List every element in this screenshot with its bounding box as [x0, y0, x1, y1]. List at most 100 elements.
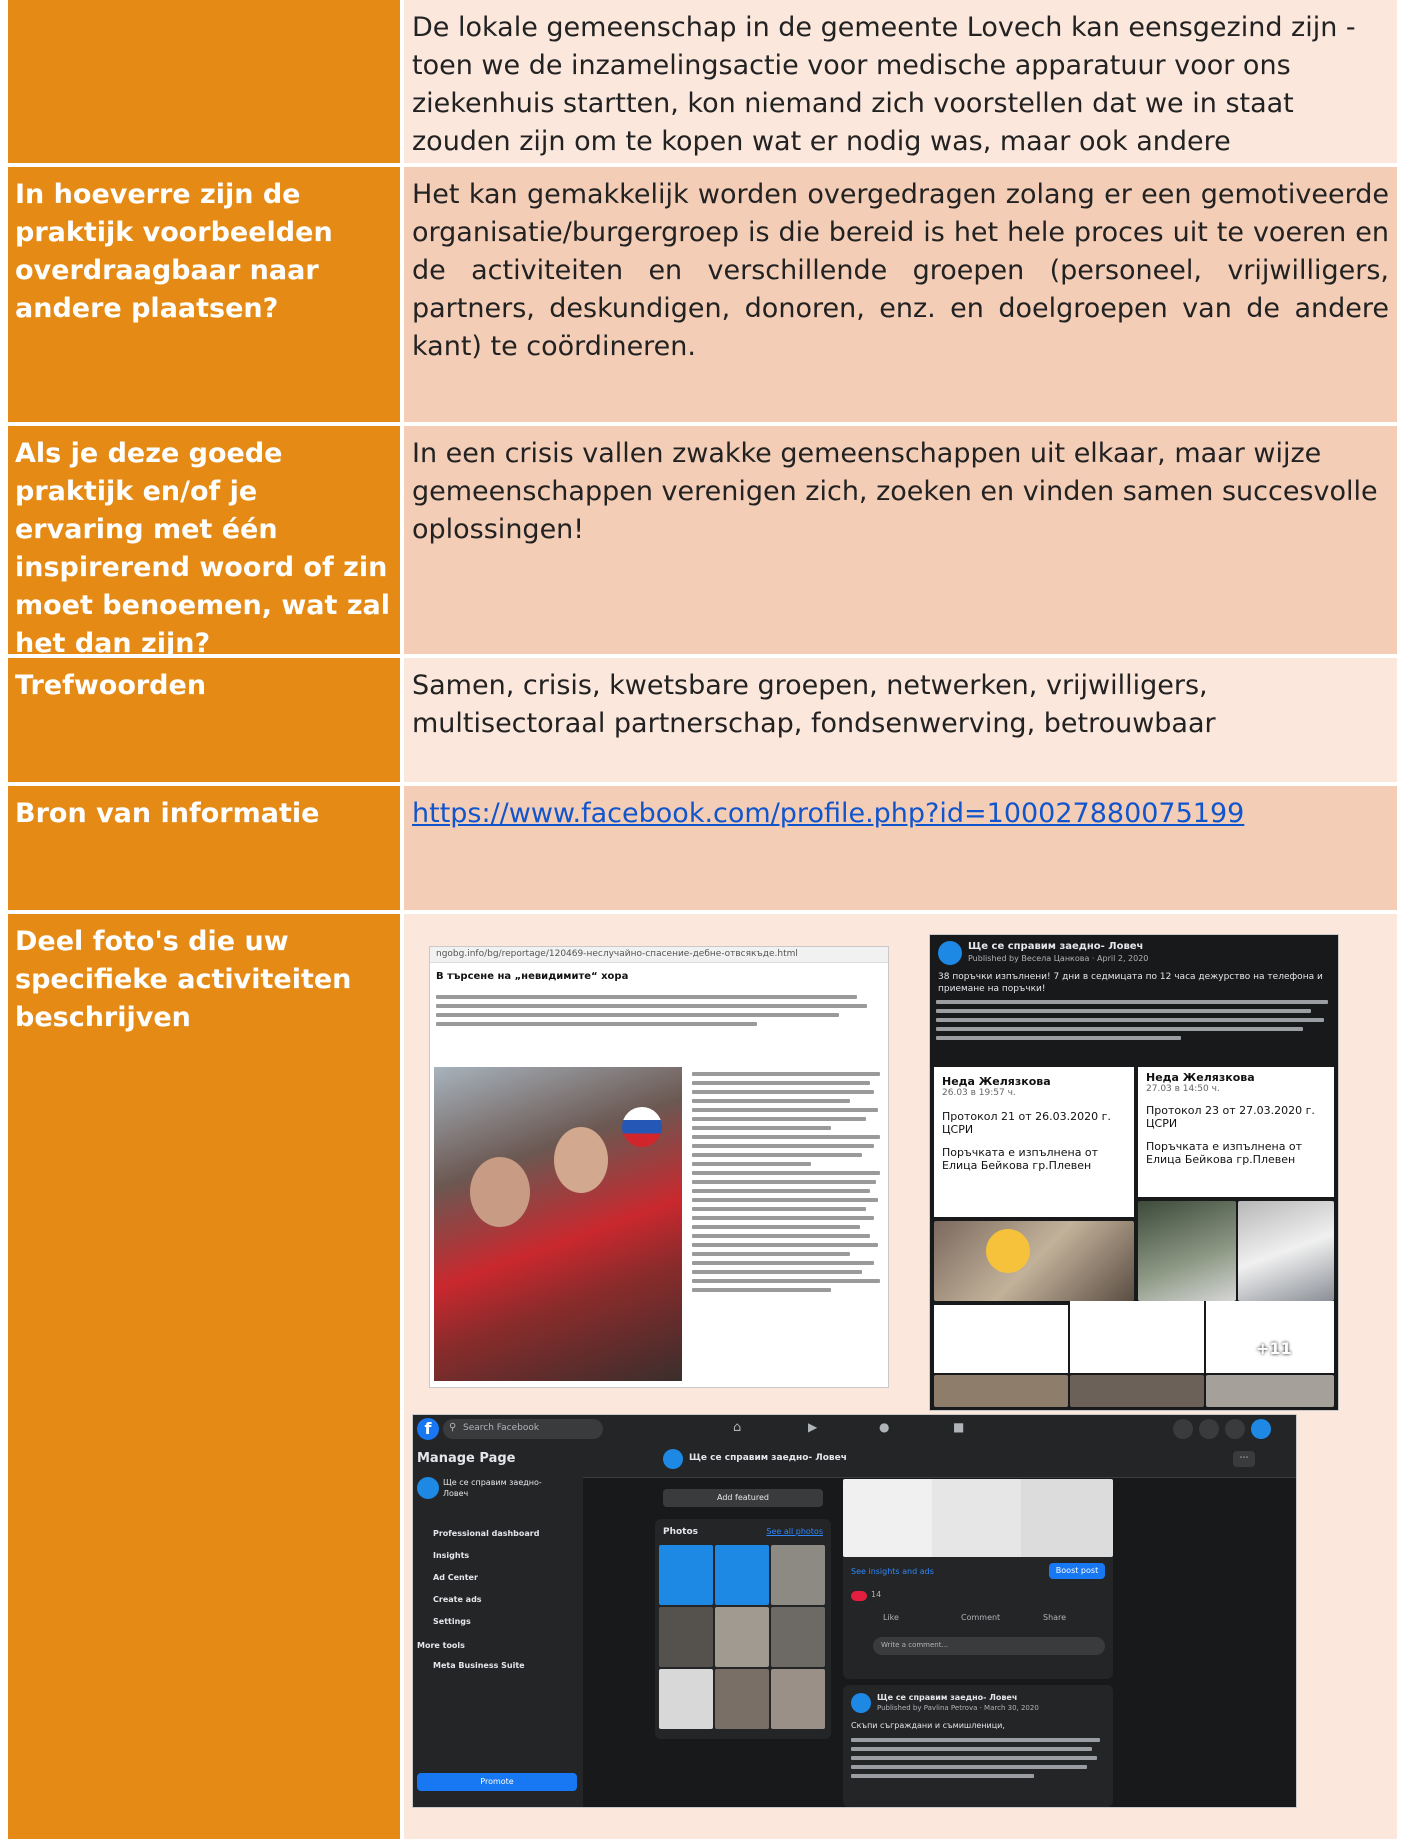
post2-page-name: Ще се справим заедно- Ловеч [877, 1693, 1018, 1702]
share-button[interactable]: Share [1043, 1613, 1066, 1622]
photo-thumbnail [659, 1669, 713, 1729]
comment-button[interactable]: Comment [961, 1613, 1000, 1622]
photo-thumbnail [715, 1669, 769, 1729]
photo-thumbnail [771, 1669, 825, 1729]
card-time: 26.03 в 19:57 ч. [942, 1088, 1016, 1098]
manage-page-title: Manage Page [417, 1451, 516, 1466]
row-value: https://www.facebook.com/profile.php?id=… [404, 786, 1397, 910]
sidebar-item-ad-center[interactable]: Ad Center [433, 1573, 478, 1582]
page-avatar [417, 1477, 439, 1499]
page-avatar [663, 1449, 683, 1469]
row-value: Samen, crisis, kwetsbare groepen, netwer… [404, 658, 1397, 782]
table-row: Trefwoorden Samen, crisis, kwetsbare gro… [8, 658, 1397, 782]
more-tools-label: More tools [417, 1641, 465, 1650]
protocol-card-small: +11 [1206, 1301, 1334, 1373]
protocol-card: Неда Желязкова 26.03 в 19:57 ч. Протокол… [934, 1067, 1134, 1217]
boost-post-label: Boost post [1055, 1566, 1099, 1575]
row-label: Bron van informatie [8, 786, 400, 910]
video-icon[interactable]: ▶ [808, 1420, 817, 1434]
comment-input[interactable]: Write a comment... [873, 1637, 1105, 1655]
see-all-photos-link[interactable]: See all photos [766, 1527, 823, 1536]
article-title: В търсене на „невидимите“ хора [436, 971, 629, 982]
page-header: Ще се справим заедно- Ловеч ⋯ [583, 1443, 1296, 1478]
promote-button[interactable]: Promote [417, 1773, 577, 1791]
post2-text [845, 1733, 1107, 1783]
photos-label: Photos [663, 1527, 699, 1537]
sidebar-item-settings[interactable]: Settings [433, 1617, 471, 1626]
protocol-card: Неда Желязкова 27.03 в 14:50 ч. Протокол… [1138, 1067, 1334, 1197]
sidebar-item-insights[interactable]: Insights [433, 1551, 469, 1560]
photo-thumbnail [934, 1221, 1134, 1301]
article-body-text [686, 1067, 884, 1297]
photo-thumbnail [659, 1607, 713, 1667]
row-label: Trefwoorden [8, 658, 400, 782]
card-author: Неда Желязкова [942, 1075, 1051, 1088]
article-intro-text [430, 995, 888, 1026]
person-face [554, 1127, 608, 1193]
photo-thumbnail [1070, 1375, 1204, 1407]
photo-thumbnail [1138, 1201, 1236, 1301]
row-value: De lokale gemeenschap in de gemeente Lov… [404, 0, 1397, 195]
facebook-logo-icon[interactable]: f [417, 1418, 439, 1440]
row-label: Als je deze goede praktijk en/of je erva… [8, 426, 400, 659]
search-icon: ⚲ [449, 1422, 457, 1433]
table-row: De lokale gemeenschap in de gemeente Lov… [8, 0, 1397, 195]
notifications-icon[interactable] [1225, 1419, 1245, 1439]
more-options-icon[interactable]: ⋯ [1233, 1451, 1255, 1467]
post2-greeting: Скъпи съграждани и съмишленици, [851, 1721, 1005, 1730]
sidebar-item-business-suite[interactable]: Meta Business Suite [433, 1661, 525, 1670]
messenger-icon[interactable] [1199, 1419, 1219, 1439]
emoji-sticker [986, 1229, 1030, 1273]
photos-section: Photos See all photos [655, 1519, 831, 1739]
sidebar-item-create-ads[interactable]: Create ads [433, 1595, 482, 1604]
row-value: In een crisis vallen zwakke gemeenschapp… [404, 426, 1397, 654]
add-featured-button[interactable]: Add featured [663, 1489, 823, 1507]
post-published-by: Published by Весела Цанкова · April 2, 2… [968, 954, 1149, 963]
source-link[interactable]: https://www.facebook.com/profile.php?id=… [412, 798, 1244, 829]
page-avatar [938, 941, 962, 965]
post-collage [843, 1479, 1113, 1557]
protocol-card-small [934, 1305, 1068, 1373]
card-author: Неда Желязкова [1146, 1071, 1255, 1084]
article-photo [434, 1067, 682, 1381]
table-row: In hoeverre zijn de praktijk voorbeelden… [8, 167, 1397, 422]
fb-top-bar: f ⚲ Search Facebook ⌂ ▶ ● ■ [413, 1415, 1296, 1444]
home-icon[interactable]: ⌂ [733, 1420, 741, 1435]
see-insights-link[interactable]: See insights and ads [851, 1567, 934, 1576]
menu-grid-icon[interactable] [1173, 1419, 1193, 1439]
document-table: De lokale gemeenschap in de gemeente Lov… [0, 0, 1401, 1839]
sidebar-item-professional-dashboard[interactable]: Professional dashboard [433, 1529, 539, 1538]
table-row: Bron van informatie https://www.facebook… [8, 786, 1397, 910]
article-screenshot: ngobg.info/bg/reportage/120469-неслучайн… [430, 947, 888, 1387]
groups-icon[interactable]: ● [879, 1420, 889, 1434]
post-text: 38 поръчки изпълнени! 7 дни в седмицата … [938, 972, 1323, 994]
card-fulfilled: Поръчката е изпълнена от Елица Бейкова г… [1146, 1140, 1303, 1166]
manage-page-sidebar: Manage Page Ще се справим заедно- Ловеч … [413, 1443, 583, 1807]
gaming-icon[interactable]: ■ [953, 1420, 964, 1434]
search-placeholder: Search Facebook [463, 1423, 540, 1433]
protocol-card-small [1070, 1301, 1204, 1373]
add-featured-label: Add featured [717, 1493, 769, 1502]
card-fulfilled: Поръчката е изпълнена от Елица Бейкова г… [942, 1146, 1099, 1172]
post-text-continued [930, 995, 1338, 1045]
profile-avatar[interactable] [1251, 1419, 1271, 1439]
post2-published-by: Published by Pavlina Petrova · March 30,… [877, 1704, 1039, 1712]
article-url: ngobg.info/bg/reportage/120469-неслучайн… [430, 947, 888, 963]
reaction-count: 14 [871, 1590, 882, 1599]
photo-thumbnail [659, 1545, 713, 1605]
more-photos-count: +11 [1256, 1339, 1292, 1358]
row-label [8, 0, 400, 163]
row-label: In hoeverre zijn de praktijk voorbeelden… [8, 167, 400, 422]
row-label: Deel foto's die uw specifieke activiteit… [8, 914, 400, 1839]
post-card-2: Ще се справим заедно- Ловеч Published by… [843, 1685, 1113, 1807]
photo-thumbnail [934, 1375, 1068, 1407]
boost-post-button[interactable]: Boost post [1049, 1563, 1105, 1579]
photo-thumbnail [715, 1607, 769, 1667]
photo-thumbnail [771, 1545, 825, 1605]
post-card: See insights and ads Boost post 14 Like … [843, 1479, 1113, 1679]
page-name[interactable]: Ще се справим заедно- Ловеч [443, 1477, 563, 1499]
page-avatar [851, 1693, 871, 1713]
search-input[interactable]: ⚲ Search Facebook [443, 1419, 603, 1439]
like-button[interactable]: Like [883, 1613, 899, 1622]
photo-thumbnail [715, 1545, 769, 1605]
